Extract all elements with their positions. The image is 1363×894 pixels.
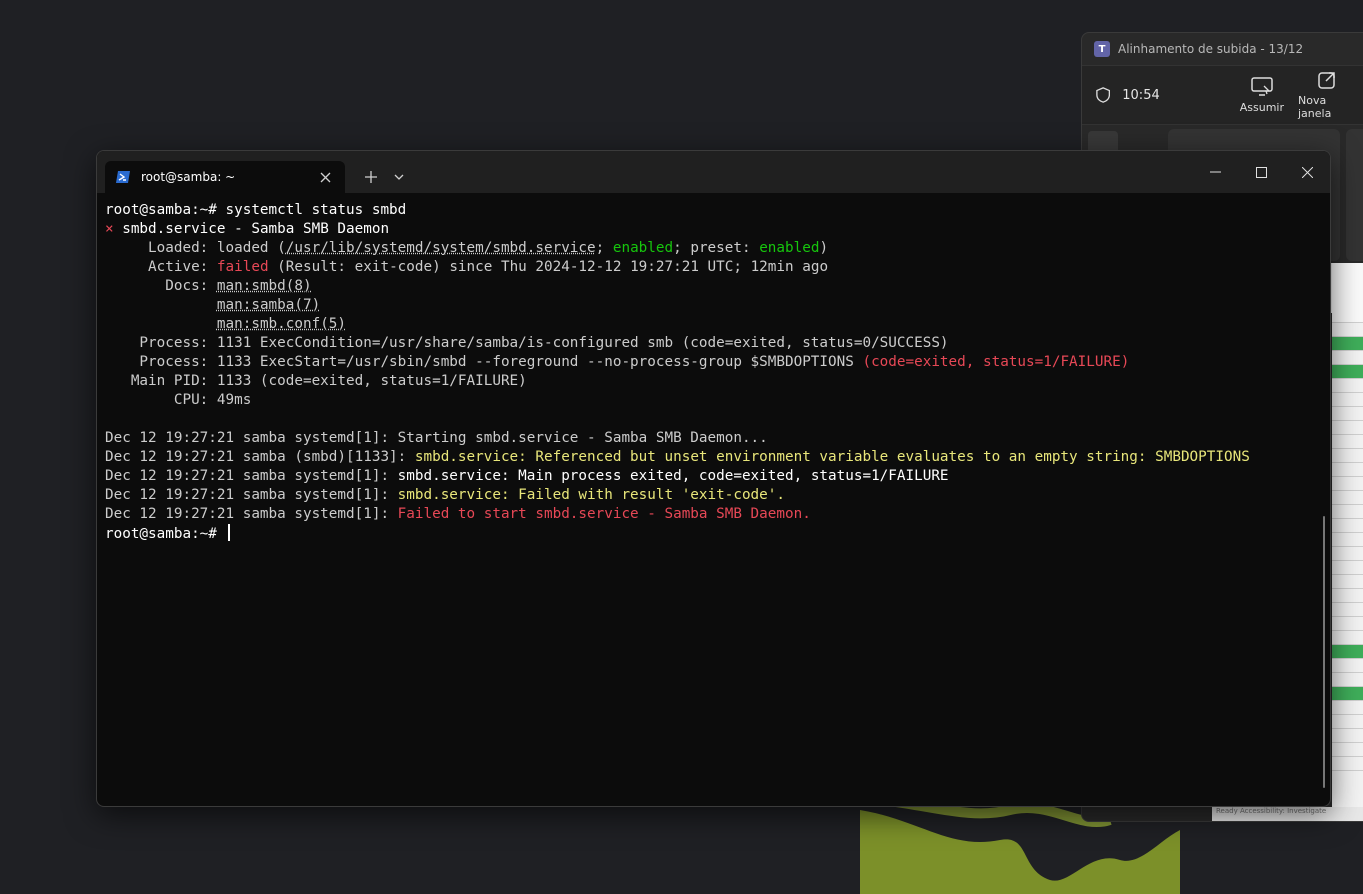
terminal-text-segment: ; <box>596 240 613 256</box>
terminal-scrollbar[interactable] <box>1323 516 1325 788</box>
terminal-cursor <box>228 524 230 541</box>
terminal-text-segment: CPU: 49ms <box>105 392 251 408</box>
terminal-text-segment: man:smb.conf(5) <box>217 316 346 332</box>
terminal-text-segment: Active: <box>105 259 217 275</box>
terminal-line: Process: 1133 ExecStart=/usr/sbin/smbd -… <box>105 353 1322 372</box>
terminal-line <box>105 410 1322 429</box>
terminal-output[interactable]: root@samba:~# systemctl status smbd × smb… <box>97 193 1330 543</box>
terminal-text-segment: Dec 12 19:27:21 samba systemd[1]: <box>105 506 398 522</box>
terminal-line: Dec 12 19:27:21 samba systemd[1]: Starti… <box>105 429 1322 448</box>
terminal-text-segment: smbd.service - Samba SMB Daemon <box>122 221 389 237</box>
terminal-text-segment: enabled <box>759 240 819 256</box>
new-window-button[interactable]: Nova janela <box>1298 70 1356 120</box>
new-window-label: Nova janela <box>1298 94 1356 120</box>
maximize-button[interactable] <box>1238 151 1284 193</box>
tab-close-icon[interactable] <box>315 167 335 187</box>
terminal-titlebar[interactable]: root@samba: ~ <box>97 151 1330 193</box>
assume-label: Assumir <box>1240 101 1284 114</box>
terminal-line: CPU: 49ms <box>105 391 1322 410</box>
terminal-text-segment: smbd.service: Main process exited, code=… <box>398 468 949 484</box>
terminal-text-segment: Dec 12 19:27:21 samba systemd[1]: <box>105 487 398 503</box>
terminal-text-segment: Process: 1131 ExecCondition=/usr/share/s… <box>105 335 949 351</box>
powershell-icon <box>115 169 131 185</box>
terminal-text-segment: man:smbd(8) <box>217 278 312 294</box>
teams-logo-icon: T <box>1094 41 1110 57</box>
terminal-text-segment: root@samba:~# systemctl status smbd <box>105 202 406 218</box>
close-button[interactable] <box>1284 151 1330 193</box>
teams-meeting-title: Alinhamento de subida - 13/12 <box>1118 42 1303 56</box>
terminal-text-segment: × <box>105 221 122 237</box>
chevron-down-icon <box>394 174 404 180</box>
terminal-text-segment: Dec 12 19:27:21 samba systemd[1]: <box>105 468 398 484</box>
terminal-text-segment: ) <box>819 240 828 256</box>
assume-button[interactable]: Assumir <box>1240 77 1284 114</box>
window-controls <box>1192 151 1330 193</box>
terminal-line: Loaded: loaded (/usr/lib/systemd/system/… <box>105 239 1322 258</box>
terminal-text-segment: failed <box>217 259 269 275</box>
terminal-text-segment <box>105 297 217 313</box>
meeting-timer: 10:54 <box>1122 88 1159 103</box>
terminal-text-segment: Process: 1133 ExecStart=/usr/sbin/smbd -… <box>105 354 862 370</box>
terminal-text-segment: Docs: <box>105 278 217 294</box>
terminal-line: Docs: man:smbd(8) <box>105 277 1322 296</box>
excel-status-bar: Ready Accessibility: Investigate <box>1212 807 1363 821</box>
terminal-text-segment: enabled <box>613 240 673 256</box>
terminal-line: Dec 12 19:27:21 samba (smbd)[1133]: smbd… <box>105 448 1322 467</box>
terminal-text-segment: ; preset: <box>673 240 759 256</box>
terminal-text-segment: root@samba:~# <box>105 526 226 542</box>
terminal-line: Active: failed (Result: exit-code) since… <box>105 258 1322 277</box>
terminal-line: man:smb.conf(5) <box>105 315 1322 334</box>
terminal-text-segment: Loaded: loaded ( <box>105 240 286 256</box>
terminal-text-segment: Dec 12 19:27:21 samba systemd[1]: Starti… <box>105 430 768 446</box>
terminal-tab[interactable]: root@samba: ~ <box>105 161 345 193</box>
terminal-line: Dec 12 19:27:21 samba systemd[1]: smbd.s… <box>105 467 1322 486</box>
terminal-text-segment <box>105 316 217 332</box>
close-icon <box>1302 167 1313 178</box>
terminal-text-segment: (code=exited, status=1/FAILURE) <box>862 354 1129 370</box>
shield-icon <box>1096 86 1110 104</box>
terminal-text-segment: /usr/lib/systemd/system/smbd.service <box>286 240 596 256</box>
terminal-text-segment: Main PID: 1133 (code=exited, status=1/FA… <box>105 373 527 389</box>
minimize-icon <box>1210 171 1221 173</box>
terminal-text-segment: man:samba(7) <box>217 297 320 313</box>
teams-titlebar: T Alinhamento de subida - 13/12 <box>1082 33 1363 65</box>
tab-dropdown-button[interactable] <box>387 161 411 193</box>
new-tab-button[interactable] <box>355 161 387 193</box>
terminal-line: Main PID: 1133 (code=exited, status=1/FA… <box>105 372 1322 391</box>
terminal-line: × smbd.service - Samba SMB Daemon <box>105 220 1322 239</box>
tab-title: root@samba: ~ <box>141 170 315 184</box>
terminal-text-segment: Failed to start smbd.service - Samba SMB… <box>398 506 811 522</box>
minimize-button[interactable] <box>1192 151 1238 193</box>
terminal-line: Process: 1131 ExecCondition=/usr/share/s… <box>105 334 1322 353</box>
terminal-line: root@samba:~# systemctl status smbd <box>105 201 1322 220</box>
terminal-line: man:samba(7) <box>105 296 1322 315</box>
terminal-text-segment: (Result: exit-code) since Thu 2024-12-12… <box>269 259 828 275</box>
popout-icon <box>1317 70 1337 90</box>
teams-toolbar: 10:54 Assumir Nova janela <box>1082 65 1363 125</box>
terminal-line: Dec 12 19:27:21 samba systemd[1]: smbd.s… <box>105 486 1322 505</box>
excel-grid-fragment <box>1332 263 1363 822</box>
maximize-icon <box>1256 167 1267 178</box>
terminal-window[interactable]: root@samba: ~ root@samba:~# systemctl st… <box>96 150 1331 807</box>
teams-video-tile-2 <box>1346 129 1363 261</box>
terminal-line: root@samba:~# <box>105 524 1322 543</box>
screen-share-icon <box>1251 77 1273 97</box>
terminal-text-segment: smbd.service: Failed with result 'exit-c… <box>398 487 785 503</box>
terminal-text-segment: smbd.service: Referenced but unset envir… <box>415 449 1250 465</box>
terminal-line: Dec 12 19:27:21 samba systemd[1]: Failed… <box>105 505 1322 524</box>
plus-icon <box>365 171 377 183</box>
terminal-text-segment: Dec 12 19:27:21 samba (smbd)[1133]: <box>105 449 415 465</box>
